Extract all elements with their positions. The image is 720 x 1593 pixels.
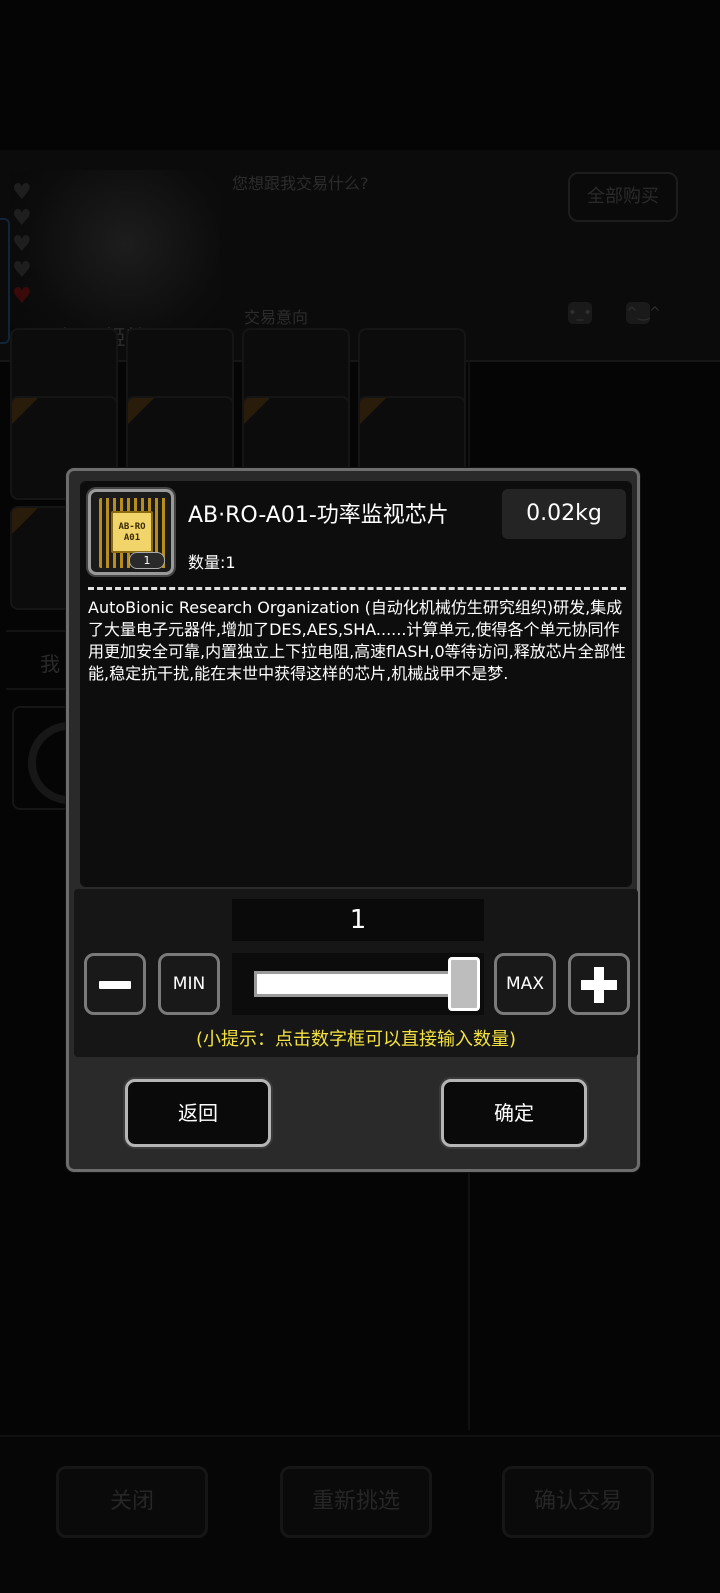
slider-thumb[interactable]	[448, 957, 480, 1011]
heart-icon: ♥	[12, 180, 32, 205]
my-items-label: 我	[40, 652, 60, 676]
reselect-button[interactable]: 重新挑选	[280, 1466, 432, 1538]
npc-question: 您想跟我交易什么?	[232, 174, 369, 193]
decrease-button[interactable]	[84, 953, 146, 1015]
heart-icon: ♥	[12, 258, 32, 283]
buy-all-button[interactable]: 全部购买	[568, 172, 678, 222]
side-tab	[0, 218, 10, 344]
slider-fill	[254, 971, 464, 997]
close-button[interactable]: 关闭	[56, 1466, 208, 1538]
item-quantity-label: 数量:1	[188, 553, 236, 572]
quantity-input[interactable]: 1	[232, 899, 484, 941]
item-description: AutoBionic Research Organization (自动化机械仿…	[88, 598, 626, 683]
rarity-tag	[12, 398, 38, 424]
item-icon-count: 1	[129, 552, 165, 569]
heart-icon: ♥	[12, 206, 32, 231]
quantity-slider[interactable]	[232, 953, 484, 1015]
heart-icon: ♥	[12, 232, 32, 257]
rarity-tag	[12, 508, 38, 534]
heart-icon: ♥	[12, 284, 32, 309]
minus-icon	[99, 981, 131, 989]
neutral-face-icon: •_•	[568, 302, 592, 324]
item-weight: 0.02kg	[502, 489, 626, 539]
rarity-tag	[244, 398, 270, 424]
trade-intent-label: 交易意向	[244, 308, 309, 327]
item-name: AB·RO-A01-功率监视芯片	[188, 503, 449, 528]
affection-hearts: ♥ ♥ ♥ ♥ ♥	[12, 180, 32, 310]
confirm-button[interactable]: 确定	[441, 1079, 587, 1147]
min-button[interactable]: MIN	[158, 953, 220, 1015]
item-quantity-dialog: AB-RO A01 1 AB·RO-A01-功率监视芯片 0.02kg 数量:1 …	[66, 468, 640, 1172]
input-hint: (小提示：点击数字框可以直接输入数量)	[195, 1029, 517, 1050]
back-button[interactable]: 返回	[125, 1079, 271, 1147]
increase-button[interactable]	[568, 953, 630, 1015]
dashed-divider	[88, 587, 626, 590]
confirm-trade-button[interactable]: 确认交易	[502, 1466, 654, 1538]
quantity-control-panel: 1 MIN MAX (小提示：点击数字框可以直接输入数量)	[74, 889, 638, 1057]
happy-face-icon: ^‿^	[626, 302, 661, 324]
rarity-tag	[128, 398, 154, 424]
chip-icon-label: AB-RO A01	[111, 511, 153, 553]
item-icon-frame: AB-RO A01 1	[88, 489, 174, 575]
max-button[interactable]: MAX	[494, 953, 556, 1015]
item-info-panel: AB-RO A01 1 AB·RO-A01-功率监视芯片 0.02kg 数量:1 …	[80, 481, 632, 887]
rarity-tag	[360, 398, 386, 424]
